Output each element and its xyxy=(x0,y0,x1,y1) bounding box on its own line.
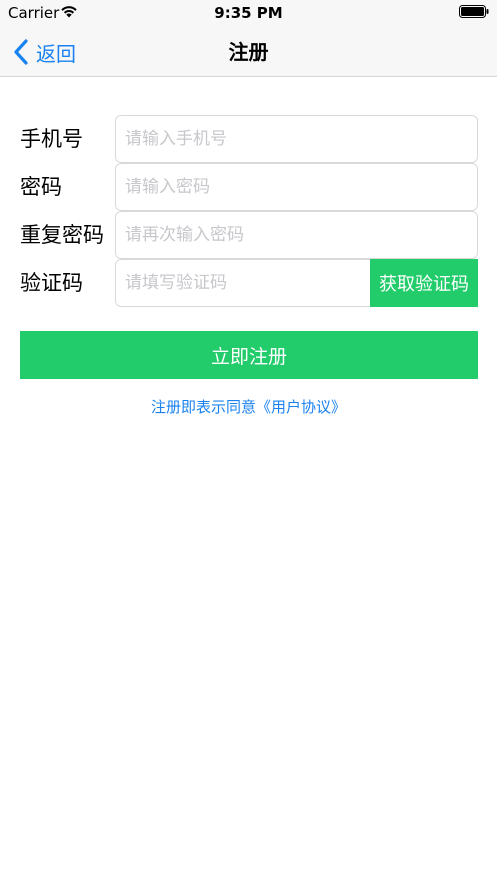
phone-label: 手机号 xyxy=(20,127,83,151)
password-row: 密码 xyxy=(20,163,478,211)
register-button[interactable]: 立即注册 xyxy=(20,331,478,379)
verification-code-row: 验证码 获取验证码 xyxy=(20,259,478,307)
status-bar: Carrier 9:35 PM xyxy=(0,0,497,27)
page-title: 注册 xyxy=(228,40,269,64)
confirm-password-input[interactable] xyxy=(115,211,478,259)
confirm-password-label: 重复密码 xyxy=(20,223,104,247)
status-time: 9:35 PM xyxy=(214,4,283,22)
confirm-password-row: 重复密码 xyxy=(20,211,478,259)
get-code-button[interactable]: 获取验证码 xyxy=(370,259,478,307)
password-label: 密码 xyxy=(20,175,62,199)
phone-row: 手机号 xyxy=(20,115,478,163)
user-agreement-link[interactable]: 注册即表示同意《用户协议》 xyxy=(0,397,497,417)
phone-input[interactable] xyxy=(115,115,478,163)
password-input[interactable] xyxy=(115,163,478,211)
navigation-bar: 返回 注册 xyxy=(0,27,497,77)
verification-code-label: 验证码 xyxy=(20,271,83,295)
battery-full-icon xyxy=(459,5,489,18)
verification-code-input[interactable] xyxy=(115,259,371,307)
